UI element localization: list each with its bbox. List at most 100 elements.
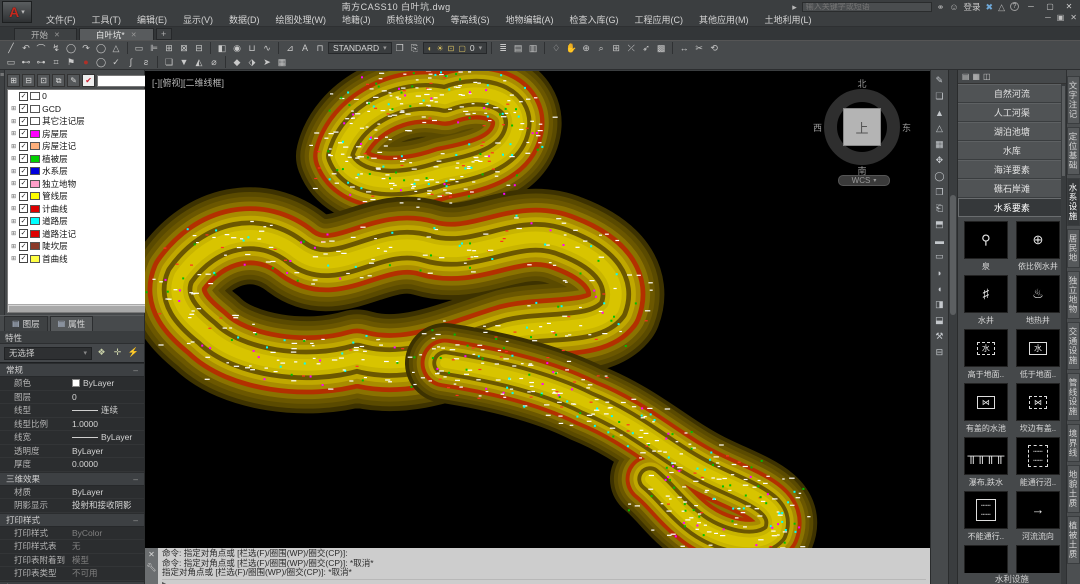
layer-color-swatch[interactable] bbox=[30, 217, 40, 225]
tool-icon[interactable]: ◭ bbox=[192, 56, 206, 69]
layer-color-swatch[interactable] bbox=[30, 105, 40, 113]
side-tab-植被土质[interactable]: 植被土质 bbox=[1067, 516, 1080, 564]
property-value[interactable]: 不可用 bbox=[72, 567, 144, 579]
symbol-item[interactable]: 水低于地面.. bbox=[1014, 329, 1062, 380]
layer-color-swatch[interactable] bbox=[30, 180, 40, 188]
collapse-icon[interactable]: – bbox=[133, 515, 138, 525]
layer-check-icon[interactable]: ✔ bbox=[82, 74, 95, 87]
search-input[interactable] bbox=[802, 2, 932, 12]
tool-icon[interactable]: ➶ bbox=[639, 42, 653, 55]
property-row[interactable]: 厚度0.0000 bbox=[0, 458, 144, 472]
property-value[interactable]: 0.0000 bbox=[72, 459, 144, 469]
tool-icon[interactable]: ⊓ bbox=[313, 42, 327, 55]
layer-color-swatch[interactable] bbox=[30, 242, 40, 250]
property-value[interactable]: 0 bbox=[72, 392, 144, 402]
symbol-item[interactable]: ♨地热井 bbox=[1014, 275, 1062, 326]
property-value[interactable]: 模型 bbox=[72, 554, 144, 566]
side-tab-交通设施[interactable]: 交通设施 bbox=[1067, 322, 1080, 370]
tool-icon[interactable]: ⬗ bbox=[245, 56, 259, 69]
tool-icon[interactable]: ✓ bbox=[109, 56, 123, 69]
panel-tab-图层[interactable]: ▤图层 bbox=[4, 316, 48, 332]
tool-icon[interactable]: ∿ bbox=[260, 42, 274, 55]
tool-icon[interactable]: ⊟ bbox=[192, 42, 206, 55]
menu-item-0[interactable]: 文件(F) bbox=[38, 13, 84, 26]
side-tool-icon[interactable]: ◖ bbox=[932, 281, 947, 296]
tool-icon[interactable]: ◯ bbox=[94, 56, 108, 69]
tool-icon[interactable]: ⊿ bbox=[283, 42, 297, 55]
side-tool-icon[interactable]: ⚒ bbox=[932, 329, 947, 344]
tool-icon[interactable]: ⊔ bbox=[245, 42, 259, 55]
layer-color-swatch[interactable] bbox=[30, 92, 40, 100]
tool-icon[interactable]: ✋ bbox=[564, 42, 578, 55]
layer-new-icon[interactable]: ⊞ bbox=[7, 74, 20, 87]
property-section-header[interactable]: 打印样式– bbox=[0, 514, 144, 527]
tool-icon[interactable]: ▭ bbox=[4, 56, 18, 69]
tool-icon[interactable]: ∫ bbox=[124, 56, 138, 69]
menu-item-1[interactable]: 工具(T) bbox=[84, 13, 130, 26]
side-tool-icon[interactable]: ◨ bbox=[932, 297, 947, 312]
layer-checkbox[interactable]: ✓ bbox=[19, 229, 28, 238]
tool-icon[interactable]: ▼ bbox=[177, 56, 191, 69]
category-海洋要素[interactable]: 海洋要素 bbox=[958, 160, 1066, 179]
tree-expand-icon[interactable]: ⊞ bbox=[10, 193, 17, 200]
tool-icon[interactable]: ▭ bbox=[132, 42, 146, 55]
tool-icon[interactable]: ⌀ bbox=[207, 56, 221, 69]
tool-icon[interactable]: ⊕ bbox=[579, 42, 593, 55]
side-tool-icon[interactable]: ⬒ bbox=[932, 217, 947, 232]
tool-icon[interactable]: ↔ bbox=[677, 42, 691, 55]
symbol-tile[interactable]: 水 bbox=[1016, 329, 1060, 367]
viewcube-north[interactable]: 北 bbox=[816, 77, 908, 90]
property-value[interactable]: 连续 bbox=[72, 404, 144, 416]
symbol-tile[interactable]: → bbox=[1016, 491, 1060, 529]
symbol-item[interactable]: ┄┄ ┄┄不能通行.. bbox=[962, 491, 1010, 542]
tree-expand-icon[interactable]: ⊞ bbox=[10, 255, 17, 262]
binoculars-icon[interactable]: ⚭ bbox=[937, 2, 945, 12]
close-tab-icon[interactable]: ✕ bbox=[131, 31, 137, 39]
symbol-item[interactable]: ╥╥╥╥瀑布,跌水 bbox=[962, 437, 1010, 488]
side-tool-icon[interactable]: ❏ bbox=[932, 89, 947, 104]
layer-color-swatch[interactable] bbox=[30, 205, 40, 213]
symbol-tile[interactable]: ⚲ bbox=[964, 221, 1008, 259]
menu-item-4[interactable]: 数据(D) bbox=[221, 13, 268, 26]
layer-color-swatch[interactable] bbox=[30, 167, 40, 175]
tool-icon[interactable]: ⌗ bbox=[49, 56, 63, 69]
layer-color-swatch[interactable] bbox=[30, 255, 40, 263]
layer-color-swatch[interactable] bbox=[30, 230, 40, 238]
tree-expand-icon[interactable]: ⊞ bbox=[10, 105, 17, 112]
tree-expand-icon[interactable]: ⊞ bbox=[10, 205, 17, 212]
menu-item-7[interactable]: 质检核验(K) bbox=[379, 13, 443, 26]
tool-icon[interactable]: ▥ bbox=[526, 42, 540, 55]
tool-icon[interactable]: ⎘ bbox=[408, 42, 422, 55]
side-tab-管线设施[interactable]: 管线设施 bbox=[1067, 373, 1080, 421]
view-list-icon[interactable]: ▤ bbox=[962, 72, 970, 81]
side-tab-居民地[interactable]: 居民地 bbox=[1067, 229, 1080, 268]
tool-icon[interactable]: ⟲ bbox=[707, 42, 721, 55]
symbol-item[interactable]: →河流流向 bbox=[1014, 491, 1062, 542]
menu-item-5[interactable]: 绘图处理(W) bbox=[268, 13, 335, 26]
property-row[interactable]: 材质ByLayer bbox=[0, 486, 144, 500]
side-tool-icon[interactable]: ❐ bbox=[932, 185, 947, 200]
side-tool-icon[interactable]: ⊟ bbox=[932, 345, 947, 360]
layer-checkbox[interactable]: ✓ bbox=[19, 92, 28, 101]
menu-item-10[interactable]: 检查入库(G) bbox=[562, 13, 627, 26]
layer-color-swatch[interactable] bbox=[30, 192, 40, 200]
property-value[interactable]: ByLayer bbox=[72, 487, 144, 497]
layer-copy-icon[interactable]: ⧉ bbox=[52, 74, 65, 87]
tool-icon[interactable]: ⚑ bbox=[64, 56, 78, 69]
view-grid-icon[interactable]: ▦ bbox=[972, 72, 980, 81]
quick-select-icon[interactable]: ⚡ bbox=[127, 347, 140, 360]
layer-checkbox[interactable]: ✓ bbox=[19, 154, 28, 163]
text-style-dropdown[interactable]: STANDARD▾ bbox=[328, 42, 392, 54]
tool-icon[interactable]: △ bbox=[109, 42, 123, 55]
property-row[interactable]: 打印样式表无 bbox=[0, 540, 144, 554]
layer-color-swatch[interactable] bbox=[30, 130, 40, 138]
layer-checkbox[interactable]: ✓ bbox=[19, 242, 28, 251]
tool-icon[interactable]: ↯ bbox=[49, 42, 63, 55]
tool-icon[interactable]: ◯ bbox=[64, 42, 78, 55]
tree-expand-icon[interactable]: ⊞ bbox=[10, 230, 17, 237]
property-value[interactable]: ByLayer bbox=[72, 432, 144, 442]
property-row[interactable]: 颜色ByLayer bbox=[0, 377, 144, 391]
property-row[interactable]: 线型连续 bbox=[0, 404, 144, 418]
selection-dropdown[interactable]: 无选择▾ bbox=[4, 347, 92, 360]
property-row[interactable]: 阴影显示投射和接收阴影 bbox=[0, 499, 144, 513]
